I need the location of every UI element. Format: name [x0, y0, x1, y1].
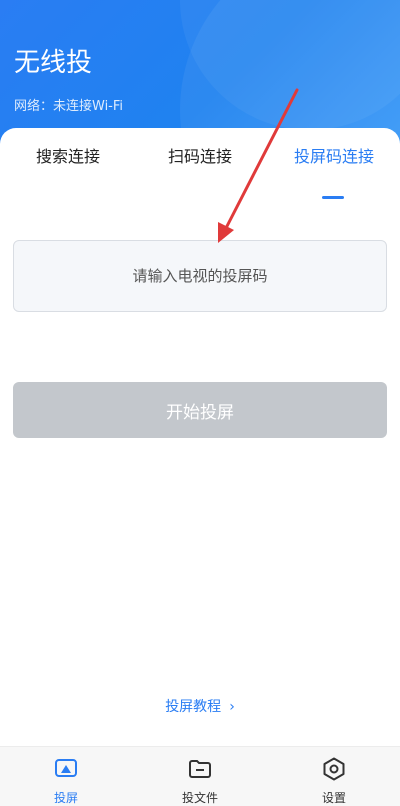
tab-code-connect[interactable]: 投屏码连接: [294, 146, 374, 176]
start-cast-button[interactable]: 开始投屏: [13, 382, 387, 438]
nav-item-label: 投屏: [53, 791, 78, 805]
folder-icon: [189, 760, 211, 778]
settings-icon: [323, 757, 345, 781]
cast-tutorial-link[interactable]: 投屏教程 ›: [0, 696, 400, 716]
cast-code-input[interactable]: [13, 240, 387, 312]
network-status: 网络：未连接Wi-Fi: [14, 99, 124, 114]
connection-tabs: 搜索连接 扫码连接 投屏码连接: [0, 146, 400, 199]
nav-item-cast[interactable]: 投屏: [16, 747, 116, 806]
tutorial-link-label: 投屏教程: [165, 699, 222, 715]
cast-icon: [55, 759, 77, 777]
main-panel: 搜索连接 扫码连接 投屏码连接 开始投屏 投屏教程 ›: [0, 128, 400, 748]
chevron-right-icon: ›: [229, 699, 235, 715]
tab-scan-connect[interactable]: 扫码连接: [168, 146, 232, 176]
nav-item-label: 投文件: [181, 791, 218, 805]
bottom-navigation: 投屏 投文件 设置: [0, 746, 400, 806]
app-title: 无线投: [14, 48, 93, 78]
active-tab-indicator: [322, 196, 344, 199]
nav-item-files[interactable]: 投文件: [150, 747, 250, 806]
tab-search-connect[interactable]: 搜索连接: [36, 146, 100, 176]
nav-item-label: 设置: [321, 791, 346, 805]
nav-item-settings[interactable]: 设置: [284, 747, 384, 806]
